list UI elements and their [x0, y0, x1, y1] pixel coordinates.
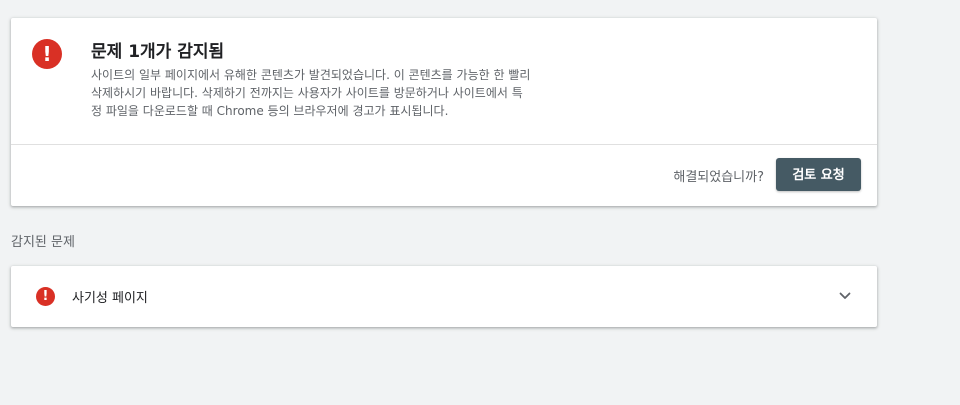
issue-row-deceptive-pages[interactable]: ! 사기성 페이지	[11, 266, 877, 327]
alert-description-line: 삭제하시기 바랍니다. 삭제하기 전까지는 사용자가 사이트를 방문하거나 사이…	[91, 86, 523, 100]
alert-description-line: 사이트의 일부 페이지에서 유해한 콘텐츠가 발견되었습니다. 이 콘텐츠를 가…	[91, 68, 531, 82]
alert-summary: ! 문제 1개가 감지됨 사이트의 일부 페이지에서 유해한 콘텐츠가 발견되었…	[11, 18, 877, 145]
alert-description: 사이트의 일부 페이지에서 유해한 콘텐츠가 발견되었습니다. 이 콘텐츠를 가…	[91, 66, 651, 120]
exclamation-icon: !	[32, 39, 62, 69]
alert-description-line: 정 파일을 다운로드할 때 Chrome 등의 브라우저에 경고가 표시됩니다.	[91, 104, 449, 118]
security-issue-alert-card: ! 문제 1개가 감지됨 사이트의 일부 페이지에서 유해한 콘텐츠가 발견되었…	[11, 18, 877, 206]
issue-label: 사기성 페이지	[72, 291, 148, 306]
alert-title: 문제 1개가 감지됨	[91, 42, 225, 62]
detected-issues-heading: 감지된 문제	[11, 235, 75, 250]
request-review-button[interactable]: 검토 요청	[776, 158, 861, 191]
exclamation-icon: !	[36, 287, 55, 306]
resolved-question: 해결되었습니까?	[673, 170, 764, 185]
chevron-down-icon[interactable]	[835, 286, 855, 306]
